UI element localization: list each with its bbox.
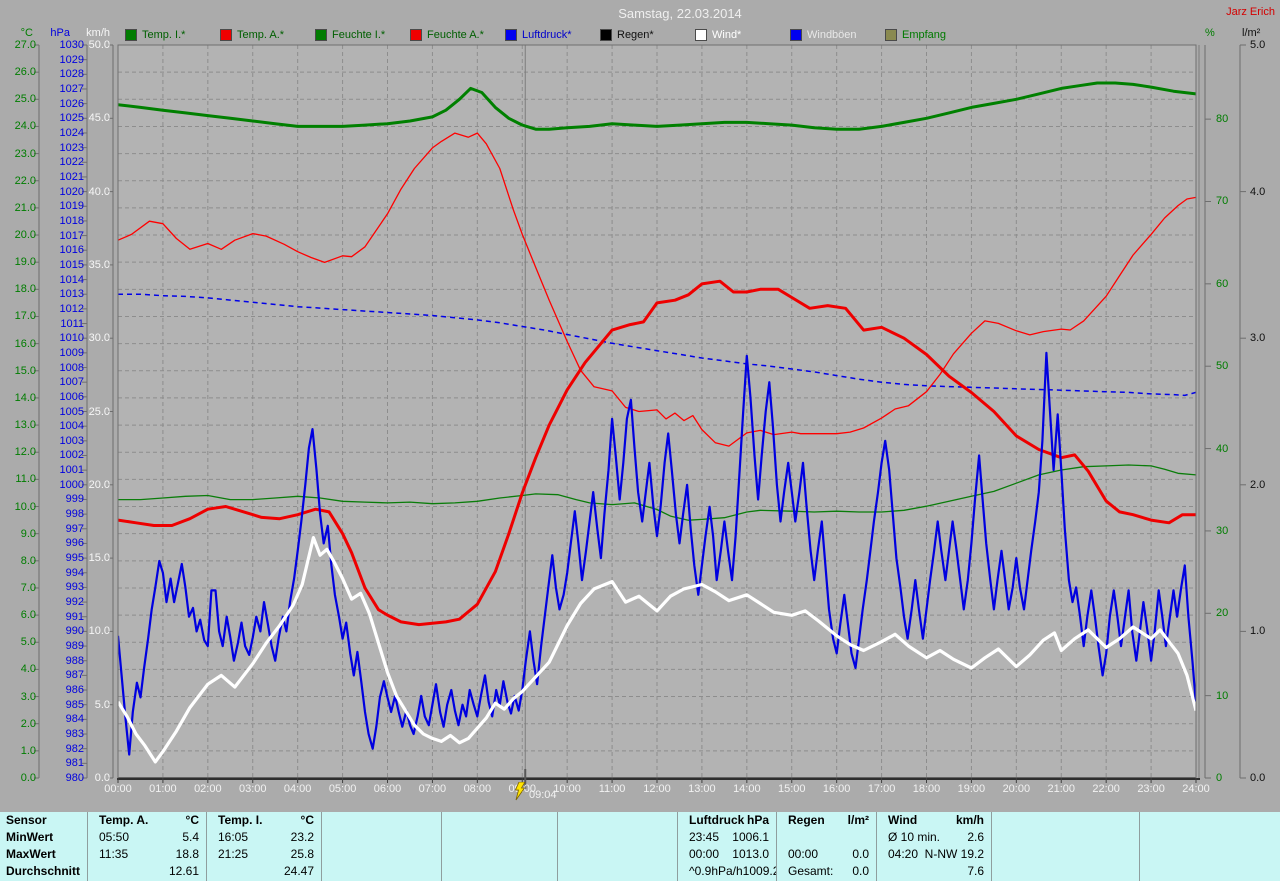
table-cell-left: 21:25 bbox=[218, 847, 249, 861]
table-cell-left: Gesamt: bbox=[788, 864, 834, 878]
table-col-unit: °C bbox=[185, 813, 199, 827]
table-cell-right: 18.8 bbox=[175, 847, 199, 861]
table-row-label: MinWert bbox=[6, 830, 54, 844]
table-cell-right: 23.2 bbox=[290, 830, 314, 844]
weather-chart[interactable] bbox=[0, 0, 1280, 881]
table-column-empty bbox=[992, 812, 1140, 881]
table-col-name: Luftdruck bbox=[689, 813, 745, 827]
table-cell-right: 24.47 bbox=[283, 864, 314, 878]
table-column-regen: Regen l/m² 00:00 0.0 Gesamt: 0.0 bbox=[777, 812, 877, 881]
table-row-label: Durchschnitt bbox=[6, 864, 81, 878]
table-col-name: Wind bbox=[888, 813, 918, 827]
table-col-unit: km/h bbox=[955, 813, 984, 827]
table-cell-right: 5.4 bbox=[182, 830, 199, 844]
table-column-empty bbox=[1140, 812, 1280, 881]
table-cell-right: 0.0 bbox=[852, 864, 869, 878]
table-column-temp-i-: Temp. I. °C 16:05 23.2 21:25 25.8 24.47 bbox=[207, 812, 322, 881]
table-row-label: MaxWert bbox=[6, 847, 56, 861]
table-cell-right: 1009.2 bbox=[742, 864, 777, 878]
table-cell-left: 04:20 bbox=[888, 847, 919, 861]
table-cell-left: 11:35 bbox=[99, 847, 129, 861]
table-cell-left: 00:00 bbox=[689, 847, 720, 861]
table-column-empty bbox=[558, 812, 678, 881]
table-cell-left: Ø 10 min. bbox=[888, 830, 941, 844]
table-cell-right: 1013.0 bbox=[732, 847, 769, 861]
table-col-name: Regen bbox=[788, 813, 825, 827]
table-cell-right: 1006.1 bbox=[732, 830, 769, 844]
table-col-name: Temp. I. bbox=[218, 813, 263, 827]
summary-table: Sensor MinWert MaxWert Durchschnitt Temp. A.… bbox=[0, 812, 1280, 881]
table-row-label: Sensor bbox=[6, 813, 47, 827]
table-cell-left: 05:50 bbox=[99, 830, 130, 844]
table-column-empty bbox=[442, 812, 558, 881]
table-col-unit: hPa bbox=[746, 813, 769, 827]
table-cell-right: N-NW 19.2 bbox=[924, 847, 984, 861]
table-cell-right: 0.0 bbox=[852, 847, 869, 861]
table-cell-right: 25.8 bbox=[290, 847, 314, 861]
table-column-wind: Wind km/h Ø 10 min. 2.6 04:20 N-NW 19.2 7.6 bbox=[877, 812, 992, 881]
table-col-name: Temp. A. bbox=[99, 813, 149, 827]
table-cell-left: 23:45 bbox=[689, 830, 720, 844]
table-cell-right: 7.6 bbox=[967, 864, 984, 878]
table-col-unit: °C bbox=[300, 813, 314, 827]
table-column-temp-a-: Temp. A. °C 05:50 5.4 11:35 18.8 12.61 bbox=[88, 812, 207, 881]
table-cell-right: 12.61 bbox=[168, 864, 199, 878]
table-cell-left: 00:00 bbox=[788, 847, 819, 861]
table-column-empty bbox=[322, 812, 442, 881]
table-cell-left: ^0.9hPa/h bbox=[689, 864, 743, 878]
table-col-unit: l/m² bbox=[847, 813, 869, 827]
table-cell-left: 16:05 bbox=[218, 830, 249, 844]
table-column-luftdruck: Luftdruck hPa 23:45 1006.1 00:00 1013.0 ^0.9hP… bbox=[678, 812, 777, 881]
table-cell-right: 2.6 bbox=[967, 830, 984, 844]
